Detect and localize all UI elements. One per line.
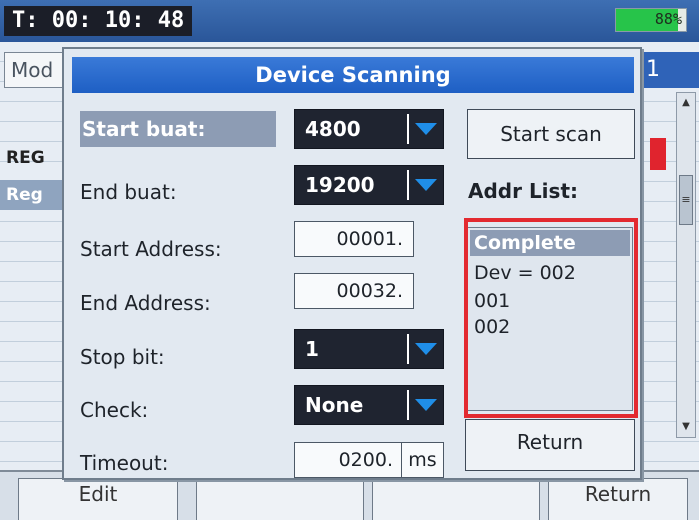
device-scanning-dialog: Device Scanning Start buat: 4800 End bua… <box>62 47 642 480</box>
end-address-field[interactable]: 00032. <box>294 273 414 309</box>
check-label: Check: <box>80 398 149 422</box>
alarm-marker <box>650 138 666 170</box>
list-item[interactable]: 001 <box>474 288 510 314</box>
background-scrollbar[interactable]: ▲ ≡ ▼ <box>676 92 696 438</box>
end-baud-value: 19200 <box>305 173 375 197</box>
end-baud-select[interactable]: 19200 <box>294 165 444 205</box>
scroll-up-icon[interactable]: ▲ <box>677 93 695 113</box>
select-divider <box>407 390 409 420</box>
timeout-label: Timeout: <box>80 451 169 475</box>
mode-tab[interactable]: Mod <box>4 52 64 88</box>
return-softkey[interactable]: Return <box>548 478 688 520</box>
select-divider <box>407 170 409 200</box>
check-value: None <box>305 393 364 417</box>
stop-bit-value: 1 <box>305 337 319 361</box>
end-address-label: End Address: <box>80 291 211 315</box>
scroll-thumb[interactable]: ≡ <box>679 175 693 225</box>
start-baud-value: 4800 <box>305 117 361 141</box>
stop-bit-select[interactable]: 1 <box>294 329 444 369</box>
start-scan-button[interactable]: Start scan <box>467 109 635 159</box>
battery-percent: 88% <box>654 10 682 28</box>
chevron-down-icon[interactable] <box>415 399 437 411</box>
end-baud-label: End buat: <box>80 180 177 204</box>
timeout-unit: ms <box>402 442 444 478</box>
list-item[interactable]: Dev = 002 <box>474 260 576 286</box>
softkey-3[interactable] <box>372 478 540 520</box>
register-row-label: REG <box>6 148 45 168</box>
addr-list-label: Addr List: <box>468 179 578 203</box>
status-bar: T: 00: 10: 48 88% <box>0 0 699 42</box>
scroll-down-icon[interactable]: ▼ <box>677 417 695 437</box>
list-item[interactable]: 002 <box>474 314 510 340</box>
timeout-field[interactable]: 0200. <box>294 442 402 478</box>
battery-indicator: 88% <box>615 8 687 32</box>
select-divider <box>407 114 409 144</box>
start-baud-select[interactable]: 4800 <box>294 109 444 149</box>
return-button[interactable]: Return <box>465 419 635 471</box>
start-address-label: Start Address: <box>80 237 222 261</box>
select-divider <box>407 334 409 364</box>
start-address-field[interactable]: 00001. <box>294 221 414 257</box>
scan-status: Complete <box>470 230 630 256</box>
stop-bit-label: Stop bit: <box>80 345 165 369</box>
chevron-down-icon[interactable] <box>415 343 437 355</box>
edit-softkey[interactable]: Edit <box>18 478 178 520</box>
chevron-down-icon[interactable] <box>415 179 437 191</box>
register-row-selected[interactable]: Reg <box>0 180 64 210</box>
background-header-right: 1 <box>640 52 699 88</box>
softkey-2[interactable] <box>196 478 364 520</box>
check-select[interactable]: None <box>294 385 444 425</box>
start-baud-label: Start buat: <box>80 111 276 147</box>
address-list[interactable]: Complete Dev = 002 001 002 <box>467 227 633 411</box>
chevron-down-icon[interactable] <box>415 123 437 135</box>
timer-display: T: 00: 10: 48 <box>4 6 193 36</box>
dialog-title: Device Scanning <box>72 57 634 93</box>
